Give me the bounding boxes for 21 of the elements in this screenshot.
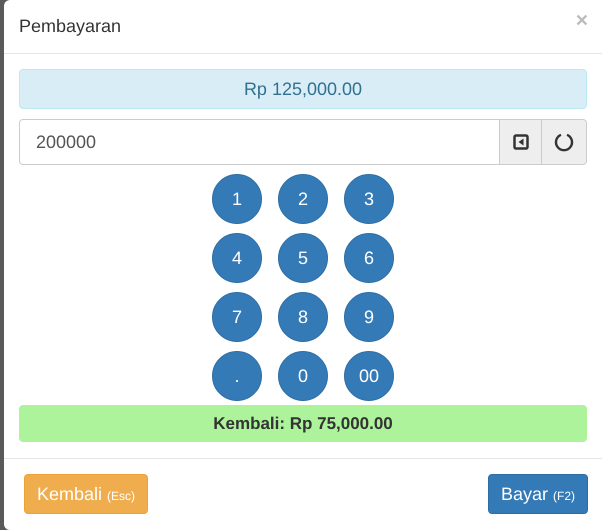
backspace-button[interactable] bbox=[500, 119, 542, 165]
pay-button[interactable]: Bayar (F2) bbox=[488, 474, 588, 514]
keypad-key[interactable]: 7 bbox=[212, 292, 262, 342]
keypad-key[interactable]: 00 bbox=[344, 351, 394, 401]
backspace-icon bbox=[512, 134, 528, 150]
amount-input-field[interactable]: 200000 bbox=[19, 119, 500, 165]
keypad-key[interactable]: . bbox=[212, 351, 262, 401]
refresh-icon bbox=[554, 132, 574, 152]
keypad-key[interactable]: 9 bbox=[344, 292, 394, 342]
dialog-title: Pembayaran bbox=[19, 16, 122, 37]
keypad-key[interactable]: 3 bbox=[344, 174, 394, 224]
keypad-key[interactable]: 4 bbox=[212, 233, 262, 283]
keypad-key[interactable]: 2 bbox=[278, 174, 328, 224]
keypad-key[interactable]: 6 bbox=[344, 233, 394, 283]
keypad-key[interactable]: 8 bbox=[278, 292, 328, 342]
keypad-key[interactable]: 0 bbox=[278, 351, 328, 401]
reset-button[interactable] bbox=[542, 119, 587, 165]
keypad-key[interactable]: 5 bbox=[278, 233, 328, 283]
change-amount: Kembali: Rp 75,000.00 bbox=[19, 405, 587, 442]
total-amount: Rp 125,000.00 bbox=[19, 69, 587, 109]
keypad-key[interactable]: 1 bbox=[212, 174, 262, 224]
